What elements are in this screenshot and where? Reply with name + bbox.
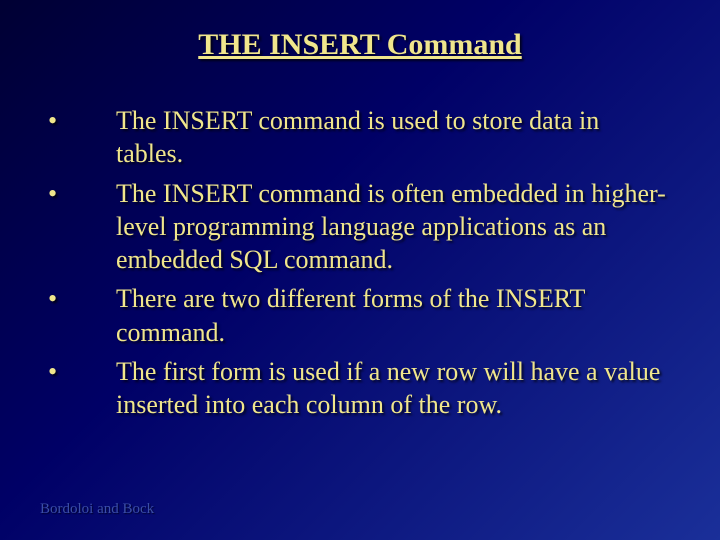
slide-body: • The INSERT command is used to store da… [40,104,680,421]
bullet-icon: • [48,177,116,210]
list-item: • There are two different forms of the I… [48,282,672,349]
bullet-text: There are two different forms of the INS… [116,282,672,349]
list-item: • The first form is used if a new row wi… [48,355,672,422]
bullet-icon: • [48,104,116,137]
bullet-text: The INSERT command is often embedded in … [116,177,672,277]
slide: THE INSERT Command • The INSERT command … [0,0,720,540]
bullet-icon: • [48,282,116,315]
list-item: • The INSERT command is often embedded i… [48,177,672,277]
bullet-text: The first form is used if a new row will… [116,355,672,422]
slide-title: THE INSERT Command [40,28,680,62]
list-item: • The INSERT command is used to store da… [48,104,672,171]
bullet-icon: • [48,355,116,388]
bullet-text: The INSERT command is used to store data… [116,104,672,171]
footer-credit: Bordoloi and Bock [40,501,154,518]
